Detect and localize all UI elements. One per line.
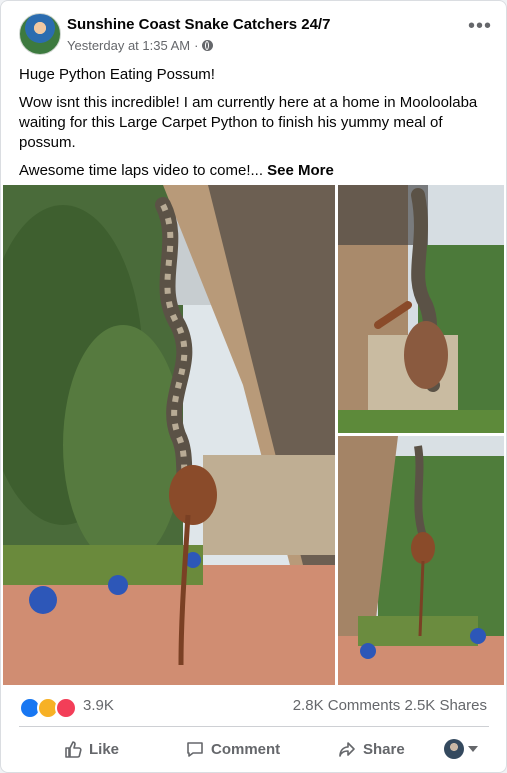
- photo-python-eating-possum: [3, 185, 335, 685]
- photo-python-garden: [338, 436, 504, 685]
- photo-bottom-right[interactable]: [338, 436, 504, 685]
- audience-selector[interactable]: [444, 731, 478, 767]
- more-options-icon[interactable]: •••: [468, 16, 492, 36]
- reaction-count[interactable]: 3.9K: [83, 697, 114, 714]
- post-card: Sunshine Coast Snake Catchers 24/7 Yeste…: [0, 0, 507, 773]
- comment-share-counts: 2.8K Comments 2.5K Shares: [293, 697, 487, 714]
- page-avatar[interactable]: [19, 13, 61, 55]
- post-meta: Yesterday at 1:35 AM ·: [67, 38, 214, 53]
- shares-count[interactable]: 2.5K Shares: [404, 697, 487, 714]
- post-header: Sunshine Coast Snake Catchers 24/7 Yeste…: [19, 13, 494, 57]
- user-avatar-icon: [444, 739, 464, 759]
- post-body: Wow isnt this incredible! I am currently…: [19, 94, 478, 151]
- post-teaser: Awesome time laps video to come!... See …: [19, 161, 491, 181]
- photo-top-right[interactable]: [338, 185, 504, 433]
- post-text: Huge Python Eating Possum! Wow isnt this…: [19, 65, 491, 189]
- post-teaser-text: Awesome time laps video to come!...: [19, 162, 263, 179]
- comment-icon: [187, 742, 203, 757]
- like-button[interactable]: Like: [63, 731, 119, 767]
- comment-button[interactable]: Comment: [185, 731, 280, 767]
- see-more-link[interactable]: See More: [267, 162, 334, 179]
- share-button[interactable]: Share: [337, 731, 405, 767]
- actions-divider: [19, 726, 489, 727]
- meta-separator: ·: [194, 38, 199, 53]
- like-label: Like: [89, 740, 120, 758]
- chevron-down-icon: [468, 746, 478, 752]
- reaction-icons[interactable]: [19, 697, 77, 719]
- reaction-stats: 3.9K 2.8K Comments 2.5K Shares: [19, 695, 489, 719]
- comment-label: Comment: [211, 740, 281, 758]
- page-name-link[interactable]: Sunshine Coast Snake Catchers 24/7: [67, 16, 330, 33]
- photo-python-coiled: [338, 185, 504, 433]
- post-timestamp[interactable]: Yesterday at 1:35 AM: [67, 38, 190, 53]
- photo-grid: [3, 185, 504, 685]
- share-arrow-icon: [339, 742, 355, 757]
- thumbs-up-icon: [65, 741, 82, 758]
- photo-main[interactable]: [3, 185, 335, 685]
- post-headline: Huge Python Eating Possum!: [19, 66, 215, 83]
- share-label: Share: [363, 740, 405, 758]
- post-actions: Like Comment Share: [19, 731, 489, 767]
- comments-count[interactable]: 2.8K Comments: [293, 697, 401, 714]
- love-reaction-icon: [55, 697, 77, 719]
- globe-icon: [202, 40, 214, 51]
